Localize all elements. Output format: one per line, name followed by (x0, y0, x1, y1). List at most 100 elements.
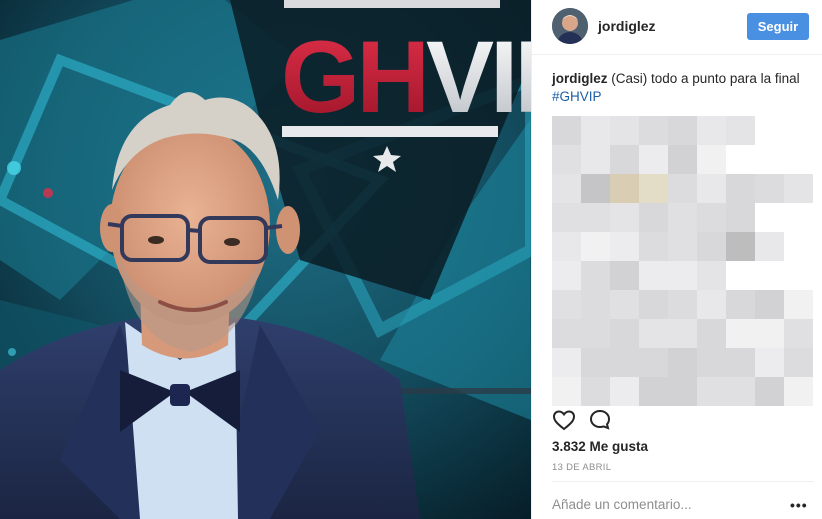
pixelated-block (726, 319, 755, 348)
pixelated-block (552, 261, 581, 290)
post-header: jordiglez Seguir (532, 0, 822, 55)
pixelated-block (639, 203, 668, 232)
pixelated-block (697, 145, 726, 174)
divider (552, 481, 814, 482)
pixelated-block (552, 377, 581, 406)
pixelated-block (581, 116, 610, 145)
pixelated-block (697, 116, 726, 145)
pixelated-block (610, 232, 639, 261)
pixelated-block (610, 116, 639, 145)
pixelated-block (697, 261, 726, 290)
pixelated-block (784, 348, 813, 377)
pixelated-block (697, 319, 726, 348)
pixelated-block (610, 174, 639, 203)
pixelated-block (639, 174, 668, 203)
pixelated-block (581, 145, 610, 174)
avatar[interactable] (552, 8, 588, 44)
pixelated-block (668, 261, 697, 290)
post-photo[interactable]: GHVIP (0, 0, 531, 519)
pixelated-block (552, 203, 581, 232)
heart-icon[interactable] (552, 408, 578, 434)
instagram-post: GHVIP (0, 0, 822, 519)
pixelated-block (697, 232, 726, 261)
pixelated-block (697, 348, 726, 377)
pixelated-block (610, 145, 639, 174)
pixelated-block (668, 174, 697, 203)
photo-illustration: GHVIP (0, 0, 531, 519)
pixelated-block (755, 174, 784, 203)
pixelated-block (668, 145, 697, 174)
pixelated-block (610, 348, 639, 377)
likes-count[interactable]: 3.832 Me gusta (552, 439, 648, 454)
pixelated-block (639, 232, 668, 261)
caption-hashtag[interactable]: #GHVIP (552, 89, 602, 104)
post-caption: jordiglez (Casi) todo a punto para la fi… (552, 70, 814, 105)
pixelated-block (552, 348, 581, 377)
pixelated-block (581, 319, 610, 348)
pixelated-block (697, 290, 726, 319)
pixelated-block (639, 145, 668, 174)
pixelated-block (726, 116, 755, 145)
pixelated-block (639, 377, 668, 406)
pixelated-block (639, 116, 668, 145)
pixelated-block (552, 145, 581, 174)
avatar-image (552, 8, 588, 44)
pixelated-block (639, 319, 668, 348)
pixelated-block (581, 232, 610, 261)
pixelated-block (755, 232, 784, 261)
pixelated-block (581, 377, 610, 406)
pixelated-block (668, 377, 697, 406)
comment-icon[interactable] (588, 408, 614, 434)
pixelated-block (726, 348, 755, 377)
pixelated-block (784, 174, 813, 203)
post-sidebar: jordiglez Seguir jordiglez (Casi) todo a… (531, 0, 822, 519)
pixelated-block (668, 348, 697, 377)
more-options-icon[interactable]: ••• (790, 497, 808, 513)
pixelated-block (610, 319, 639, 348)
pixelated-block (726, 377, 755, 406)
pixelated-block (581, 174, 610, 203)
pixelated-block (784, 377, 813, 406)
pixelated-block (697, 174, 726, 203)
post-date: 13 DE ABRIL (552, 462, 612, 473)
pixelated-block (639, 261, 668, 290)
pixelated-block (668, 232, 697, 261)
pixelated-block (755, 348, 784, 377)
pixelated-block (639, 290, 668, 319)
pixelated-block (610, 203, 639, 232)
pixelated-block (784, 290, 813, 319)
pixelated-comments (552, 116, 814, 406)
pixelated-block (610, 261, 639, 290)
pixelated-block (581, 290, 610, 319)
pixelated-block (552, 174, 581, 203)
pixelated-block (668, 116, 697, 145)
follow-button[interactable]: Seguir (747, 13, 809, 40)
pixelated-block (784, 319, 813, 348)
pixelated-block (697, 203, 726, 232)
caption-username[interactable]: jordiglez (552, 71, 608, 86)
pixelated-block (552, 290, 581, 319)
pixelated-block (726, 203, 755, 232)
pixelated-block (668, 203, 697, 232)
pixelated-block (668, 290, 697, 319)
pixelated-block (552, 116, 581, 145)
pixelated-block (755, 290, 784, 319)
pixelated-block (610, 290, 639, 319)
pixelated-block (755, 319, 784, 348)
pixelated-block (552, 232, 581, 261)
logo-text: GHVIP (281, 20, 531, 134)
pixelated-block (726, 290, 755, 319)
pixelated-block (697, 377, 726, 406)
pixelated-block (610, 377, 639, 406)
pixelated-block (552, 319, 581, 348)
pixelated-block (755, 377, 784, 406)
pixelated-block (581, 348, 610, 377)
caption-text: (Casi) todo a punto para la final (607, 71, 800, 86)
pixelated-block (639, 348, 668, 377)
pixelated-block (581, 203, 610, 232)
header-username[interactable]: jordiglez (598, 18, 656, 34)
pixelated-block (668, 319, 697, 348)
comment-input[interactable] (552, 497, 777, 512)
pixelated-block (726, 232, 755, 261)
pixelated-block (581, 261, 610, 290)
